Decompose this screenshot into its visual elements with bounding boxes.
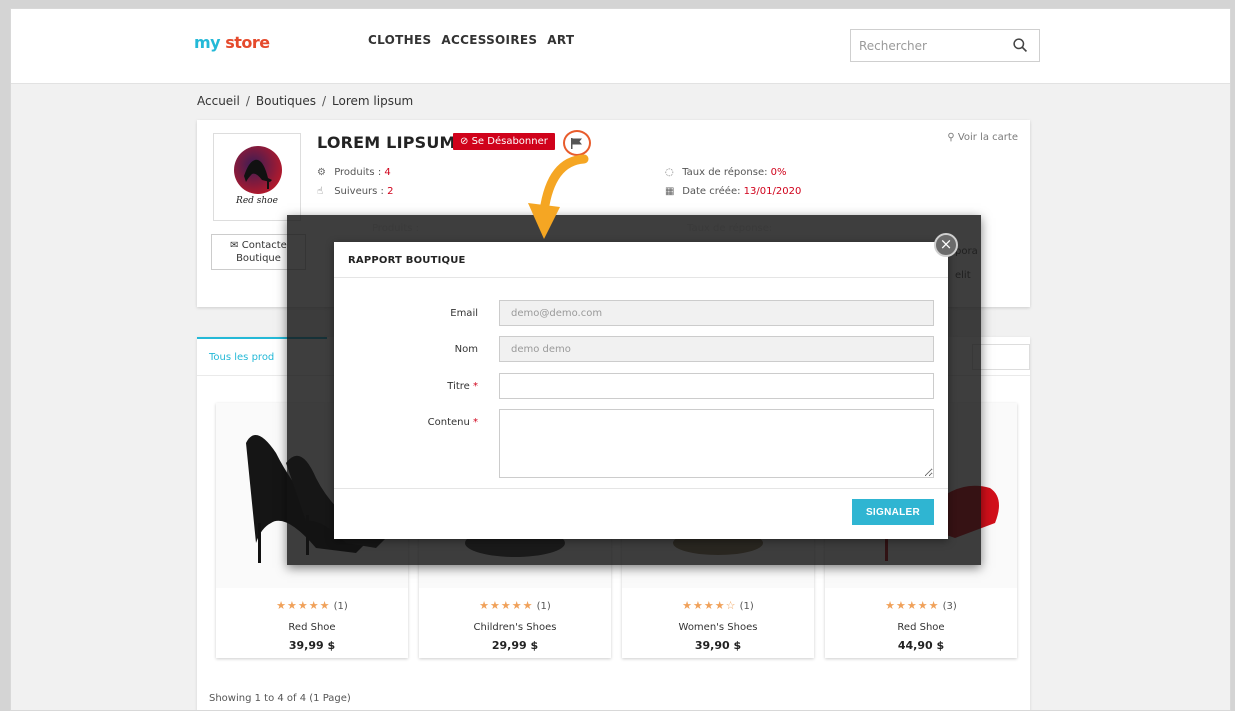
star-icons: ★★★★☆ — [682, 599, 737, 612]
shop-logo-image — [234, 146, 282, 194]
modal-title: RAPPORT BOUTIQUE — [334, 242, 948, 278]
breadcrumb-current: Lorem lipsum — [332, 94, 414, 108]
name-field[interactable] — [499, 336, 934, 362]
title-label-text: Titre — [447, 381, 470, 392]
submit-report-button[interactable]: SIGNALER — [852, 499, 934, 525]
comment-icon: ◌ — [665, 167, 674, 178]
view-map-link[interactable]: ⚲ Voir la carte — [947, 132, 1018, 143]
breadcrumb-shops[interactable]: Boutiques — [256, 94, 316, 108]
breadcrumb-separator: / — [245, 94, 250, 108]
main-nav: CLOTHES ACCESSOIRES ART — [368, 33, 574, 47]
stat-response-value: 0% — [770, 167, 787, 178]
contact-label-line2: Boutique — [236, 253, 281, 264]
product-rating: ★★★★☆ (1) — [622, 599, 814, 612]
breadcrumb: Accueil / Boutiques / Lorem lipsum — [197, 94, 413, 108]
close-icon[interactable]: × — [934, 233, 958, 257]
cubes-icon: ⚙ — [317, 167, 326, 178]
rating-count: (1) — [536, 601, 551, 612]
name-label: Nom — [454, 344, 478, 355]
ban-icon: ⊘ — [460, 136, 469, 147]
shop-logo-text: Red shoe — [236, 196, 278, 206]
title-label: Titre * — [447, 381, 478, 392]
unsubscribe-label: Se Désabonner — [471, 136, 548, 147]
envelope-icon: ✉ — [230, 240, 239, 251]
report-shop-modal: RAPPORT BOUTIQUE Email Nom Titre * Conte… — [334, 242, 948, 539]
product-name[interactable]: Red Shoe — [825, 622, 1017, 633]
product-name[interactable]: Women's Shoes — [622, 622, 814, 633]
overlay-ghost-stat: Produits : — [372, 223, 420, 234]
star-icons: ★★★★★ — [479, 599, 534, 612]
calendar-icon: ▦ — [665, 186, 675, 197]
search-box — [850, 29, 1040, 62]
overlay-ghost-stat: Taux de réponse: — [687, 223, 773, 234]
star-icons: ★★★★★ — [276, 599, 331, 612]
email-label: Email — [450, 308, 478, 319]
product-rating: ★★★★★ (3) — [825, 599, 1017, 612]
stat-followers: ☝ Suiveurs : 2 — [317, 186, 394, 197]
contact-label-line1: Contacte — [241, 240, 287, 251]
site-header: my store CLOTHES ACCESSOIRES ART — [11, 9, 1230, 84]
content-label-text: Contenu — [427, 417, 470, 428]
modal-footer-divider — [334, 488, 948, 489]
rating-count: (1) — [333, 601, 348, 612]
stat-products-value: 4 — [384, 167, 391, 178]
stat-followers-label: Suiveurs : — [334, 186, 384, 197]
store-logo[interactable]: my store — [194, 33, 270, 52]
thumbs-up-icon: ☝ — [317, 186, 324, 197]
nav-item-art[interactable]: ART — [547, 33, 574, 47]
search-icon[interactable] — [1012, 37, 1029, 54]
shoe-icon — [244, 159, 272, 189]
stat-products-label: Produits : — [334, 167, 382, 178]
required-marker: * — [473, 417, 478, 428]
product-name[interactable]: Red Shoe — [216, 622, 408, 633]
product-price: 39,90 $ — [694, 639, 742, 652]
product-rating: ★★★★★ (1) — [419, 599, 611, 612]
rating-count: (3) — [942, 601, 957, 612]
stat-products: ⚙ Produits : 4 — [317, 167, 391, 178]
browser-viewport: my store CLOTHES ACCESSOIRES ART Accueil… — [10, 8, 1231, 711]
stat-created-value: 13/01/2020 — [743, 186, 802, 197]
product-price: 44,90 $ — [897, 639, 945, 652]
stat-created-label: Date créée: — [682, 186, 741, 197]
logo-part-my: my — [194, 33, 221, 52]
search-input[interactable] — [851, 30, 1001, 61]
email-field[interactable] — [499, 300, 934, 326]
flag-icon — [571, 138, 582, 149]
product-price: 39,99 $ — [288, 639, 336, 652]
shop-title: LOREM LIPSUM — [317, 133, 456, 152]
logo-part-store: store — [225, 33, 270, 52]
breadcrumb-home[interactable]: Accueil — [197, 94, 240, 108]
star-icons: ★★★★★ — [885, 599, 940, 612]
rating-count: (1) — [739, 601, 754, 612]
map-marker-icon: ⚲ — [947, 132, 955, 143]
title-field[interactable] — [499, 373, 934, 399]
stat-response-rate: ◌ Taux de réponse: 0% — [665, 167, 787, 178]
unsubscribe-button[interactable]: ⊘ Se Désabonner — [453, 133, 555, 150]
content-textarea[interactable] — [499, 409, 934, 478]
pointer-arrow-icon — [528, 154, 589, 239]
shop-logo: Red shoe — [213, 133, 301, 221]
breadcrumb-separator: / — [321, 94, 327, 108]
content-label: Contenu * — [428, 417, 478, 428]
nav-item-clothes[interactable]: CLOTHES — [368, 33, 431, 47]
stat-followers-value: 2 — [387, 186, 394, 197]
product-price: 29,99 $ — [491, 639, 539, 652]
product-rating: ★★★★★ (1) — [216, 599, 408, 612]
required-marker: * — [473, 381, 478, 392]
pagination-summary: Showing 1 to 4 of 4 (1 Page) — [209, 693, 351, 704]
stat-date-created: ▦ Date créée: 13/01/2020 — [665, 186, 801, 197]
product-name[interactable]: Children's Shoes — [419, 622, 611, 633]
stat-response-label: Taux de réponse: — [682, 167, 768, 178]
nav-item-accessoires[interactable]: ACCESSOIRES — [441, 33, 537, 47]
view-map-label: Voir la carte — [957, 132, 1018, 143]
